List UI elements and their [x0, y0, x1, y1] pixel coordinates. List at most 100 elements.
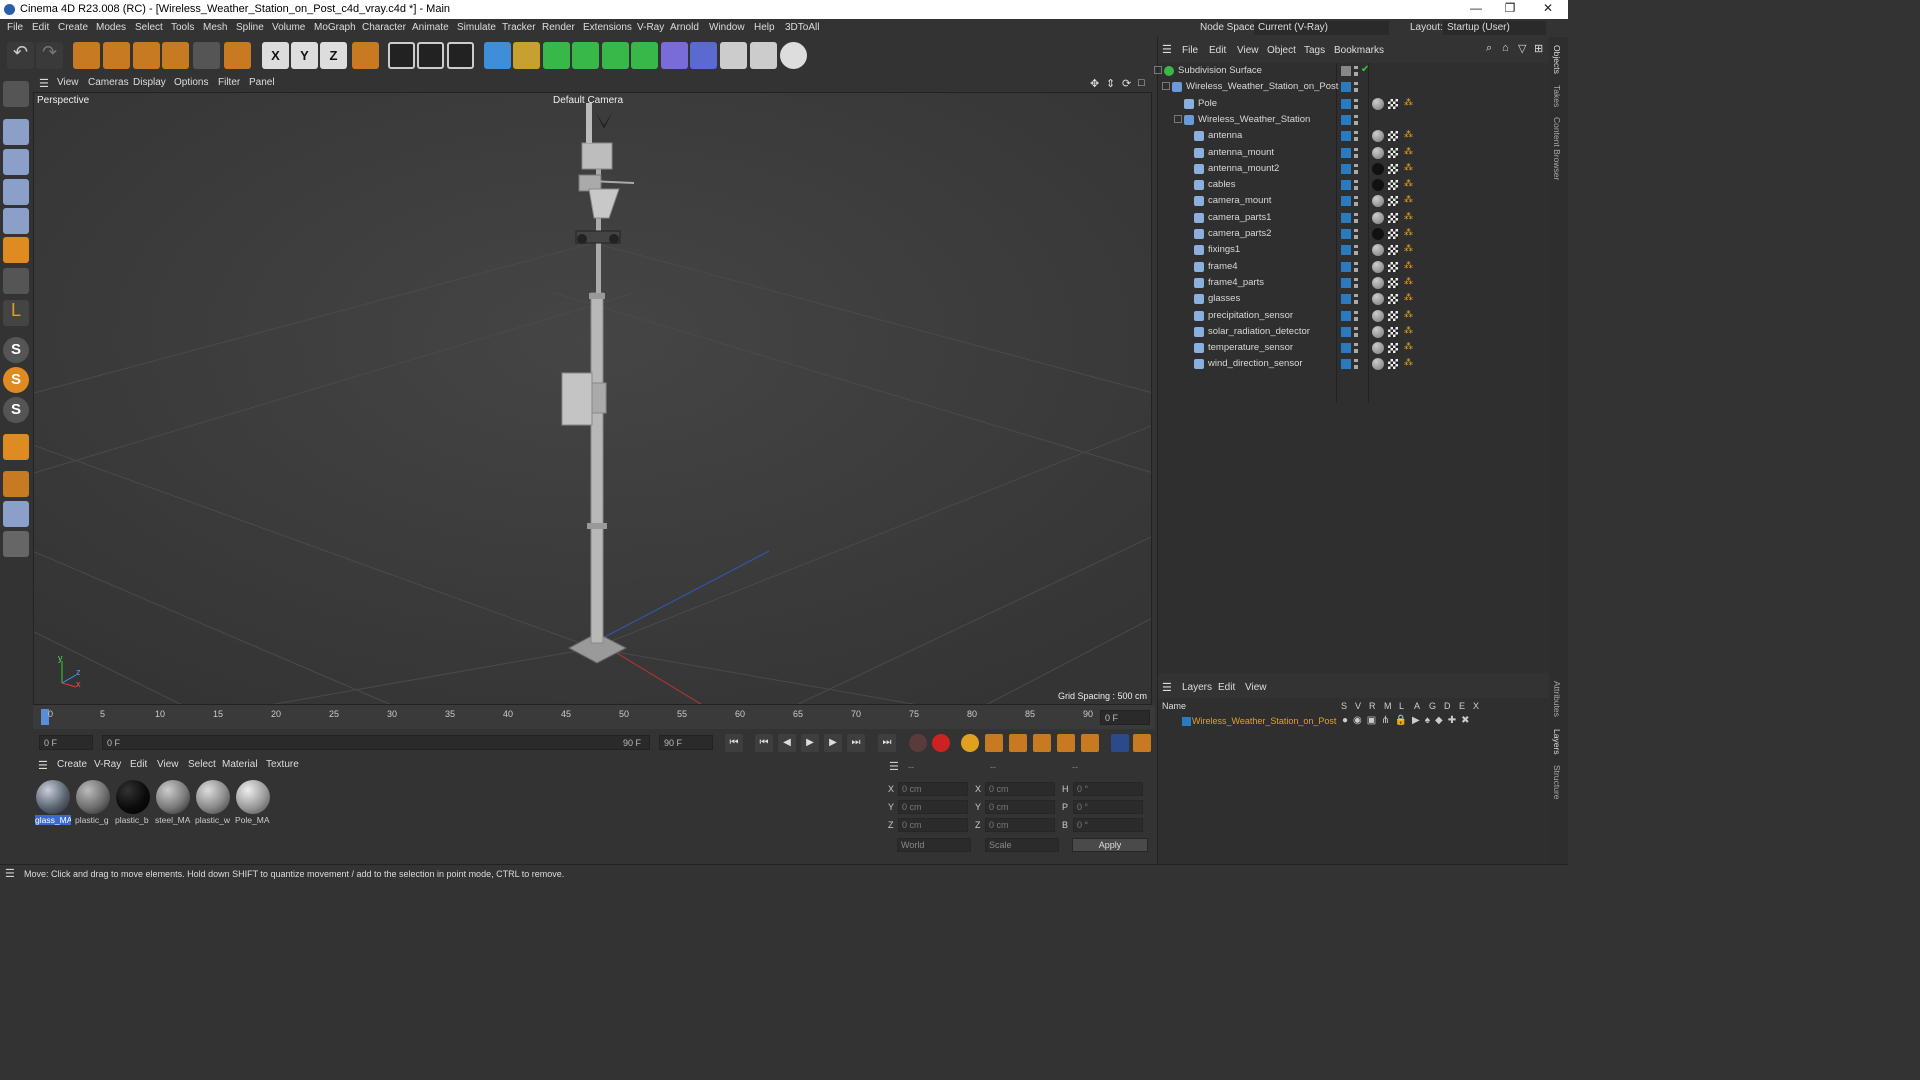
object-name[interactable]: antenna_mount — [1208, 147, 1274, 158]
uvw-tag-icon[interactable] — [1388, 294, 1398, 305]
go-to-start-icon[interactable]: ⏮ — [725, 734, 743, 752]
floor-grid-icon[interactable] — [720, 42, 747, 69]
expand-toggle-icon[interactable] — [1184, 311, 1192, 319]
object-row[interactable]: Subdivision Surface ✔ — [1154, 63, 1549, 79]
camera-label[interactable]: Default Camera — [553, 95, 623, 106]
visibility-dots-icon[interactable] — [1354, 261, 1358, 272]
material-tag-icon[interactable] — [1372, 325, 1384, 338]
layer-swatch-icon[interactable] — [1341, 261, 1351, 272]
layer-swatch-icon[interactable] — [1341, 277, 1351, 288]
menu-simulate[interactable]: Simulate — [457, 22, 496, 33]
object-name[interactable]: antenna_mount2 — [1208, 163, 1279, 174]
object-row[interactable]: antenna_mount ⁂ — [1158, 145, 1549, 161]
menu-3dtoall[interactable]: 3DToAll — [785, 22, 819, 33]
material-swatch[interactable]: plastic_g — [75, 779, 111, 825]
rotation-p-field[interactable]: 0 ° — [1073, 800, 1143, 814]
expand-toggle-icon[interactable] — [1184, 343, 1192, 351]
current-frame-field[interactable]: 0 F — [1100, 710, 1150, 725]
visibility-dots-icon[interactable] — [1354, 294, 1358, 305]
select-tool-icon[interactable] — [73, 42, 100, 69]
expand-toggle-icon[interactable] — [1154, 66, 1162, 74]
phong-tag-icon[interactable]: ⁂ — [1404, 260, 1414, 270]
uvw-tag-icon[interactable] — [1388, 326, 1398, 337]
texture-mode-icon[interactable] — [3, 149, 29, 175]
object-name[interactable]: fixings1 — [1208, 244, 1240, 255]
snap-toggle-icon[interactable]: S — [3, 337, 29, 363]
make-editable-icon[interactable] — [3, 81, 29, 107]
close-button[interactable]: ✕ — [1530, 1, 1566, 17]
visibility-dots-icon[interactable] — [1354, 180, 1358, 191]
object-row[interactable]: glasses ⁂ — [1158, 291, 1549, 307]
layer-swatch-icon[interactable] — [1341, 343, 1351, 354]
undo-icon[interactable]: ↶ — [7, 42, 34, 69]
material-swatch[interactable]: plastic_b — [115, 779, 151, 825]
material-tag-icon[interactable] — [1372, 179, 1384, 192]
key-parameter-icon[interactable] — [1057, 734, 1075, 752]
layer-menu-layers[interactable]: Layers — [1182, 682, 1212, 693]
uvw-tag-icon[interactable] — [1388, 245, 1398, 256]
menu-spline[interactable]: Spline — [236, 22, 264, 33]
layer-swatch-icon[interactable] — [1341, 147, 1351, 158]
visibility-dots-icon[interactable] — [1354, 114, 1358, 125]
snap-settings-icon[interactable]: S — [3, 367, 29, 393]
menu-window[interactable]: Window — [709, 22, 745, 33]
go-to-end-icon[interactable]: ⏭ — [878, 734, 896, 752]
material-tag-icon[interactable] — [1372, 97, 1384, 110]
record-active-icon[interactable] — [909, 734, 927, 752]
viewport-menu-display[interactable]: Display — [133, 77, 166, 88]
object-row[interactable]: frame4 ⁂ — [1158, 259, 1549, 275]
material-tag-icon[interactable] — [1372, 195, 1384, 208]
edge-mode-icon[interactable] — [3, 208, 29, 234]
material-tag-icon[interactable] — [1372, 293, 1384, 306]
layer-swatch-icon[interactable] — [1341, 163, 1351, 174]
phong-tag-icon[interactable]: ⁂ — [1404, 357, 1414, 367]
object-name[interactable]: antenna — [1208, 130, 1242, 141]
visibility-dots-icon[interactable] — [1354, 326, 1358, 337]
material-tag-icon[interactable] — [1372, 276, 1384, 289]
expand-toggle-icon[interactable] — [1184, 262, 1192, 270]
object-row[interactable]: temperature_sensor ⁂ — [1158, 340, 1549, 356]
viewport-hamburger-icon[interactable]: ☰ — [39, 77, 49, 90]
viewport-menu-panel[interactable]: Panel — [249, 77, 275, 88]
viewport-maximize-icon[interactable]: □ — [1138, 77, 1145, 89]
extrude-icon[interactable] — [572, 42, 599, 69]
enabled-check-icon[interactable]: ✔ — [1361, 64, 1371, 75]
live-select-icon[interactable] — [193, 42, 220, 69]
uvw-tag-icon[interactable] — [1388, 229, 1398, 239]
previous-frame-icon[interactable]: ◀ — [778, 734, 796, 752]
cube-primitive-icon[interactable] — [484, 42, 511, 69]
subdivision-surface-icon[interactable] — [543, 42, 570, 69]
phong-tag-icon[interactable]: ⁂ — [1404, 211, 1414, 221]
maximize-button[interactable]: ❐ — [1492, 1, 1528, 17]
expand-toggle-icon[interactable] — [1184, 245, 1192, 253]
render-view-icon[interactable] — [388, 42, 415, 69]
menu-volume[interactable]: Volume — [272, 22, 305, 33]
material-menu-edit[interactable]: Edit — [130, 759, 147, 770]
tab-content-browser[interactable]: Content Browser — [1552, 117, 1562, 180]
next-frame-icon[interactable]: ▶ — [824, 734, 842, 752]
layer-swatch-icon[interactable] — [1341, 114, 1351, 125]
object-row[interactable]: solar_radiation_detector ⁂ — [1158, 324, 1549, 340]
layer-swatch-icon[interactable] — [1341, 82, 1351, 93]
material-tag-icon[interactable] — [1372, 130, 1384, 143]
transform-tool-icon[interactable] — [224, 42, 251, 69]
key-rotation-icon[interactable] — [1033, 734, 1051, 752]
phong-tag-icon[interactable]: ⁂ — [1404, 325, 1414, 335]
object-name[interactable]: cables — [1208, 179, 1235, 190]
object-row[interactable]: frame4_parts ⁂ — [1158, 275, 1549, 291]
visibility-dots-icon[interactable] — [1354, 245, 1358, 256]
material-menu-select[interactable]: Select — [188, 759, 216, 770]
material-tag-icon[interactable] — [1372, 146, 1384, 159]
array-icon[interactable] — [631, 42, 658, 69]
object-new-window-icon[interactable]: ⊞ — [1534, 42, 1543, 55]
expand-toggle-icon[interactable] — [1184, 148, 1192, 156]
phong-tag-icon[interactable]: ⁂ — [1404, 309, 1414, 319]
object-row[interactable]: camera_parts2 ⁂ — [1158, 226, 1549, 242]
object-row[interactable]: Wireless_Weather_Station — [1158, 112, 1549, 128]
material-menu-texture[interactable]: Texture — [266, 759, 299, 770]
object-name[interactable]: Wireless_Weather_Station_on_Post — [1186, 81, 1338, 92]
object-menu-file[interactable]: File — [1182, 45, 1198, 56]
layer-swatch-icon[interactable] — [1341, 66, 1351, 76]
field-icon[interactable] — [690, 42, 717, 69]
visibility-dots-icon[interactable] — [1354, 66, 1358, 76]
